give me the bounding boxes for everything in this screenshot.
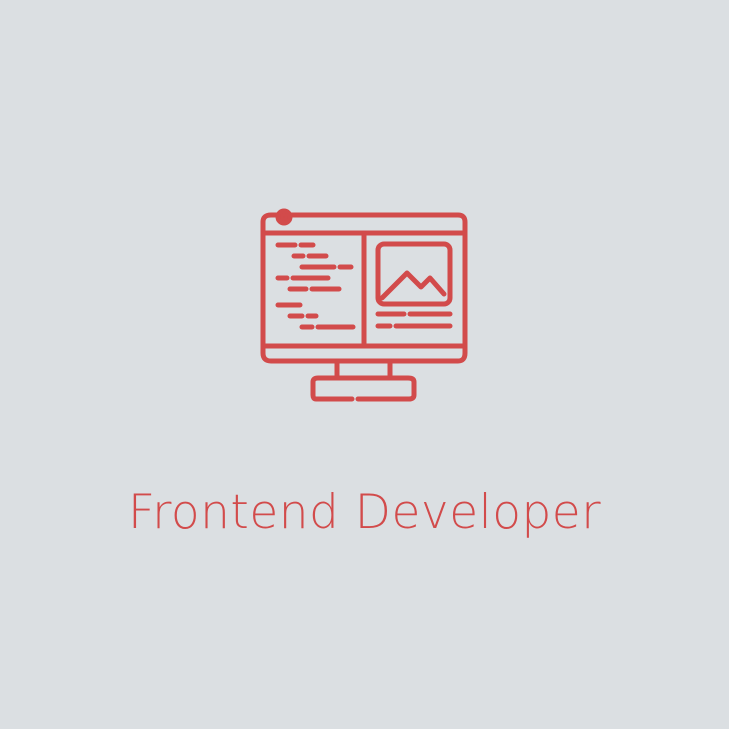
monitor-code-image-icon bbox=[254, 190, 474, 410]
role-title: Frontend Developer bbox=[127, 485, 602, 540]
role-card: Frontend Developer bbox=[0, 0, 729, 729]
